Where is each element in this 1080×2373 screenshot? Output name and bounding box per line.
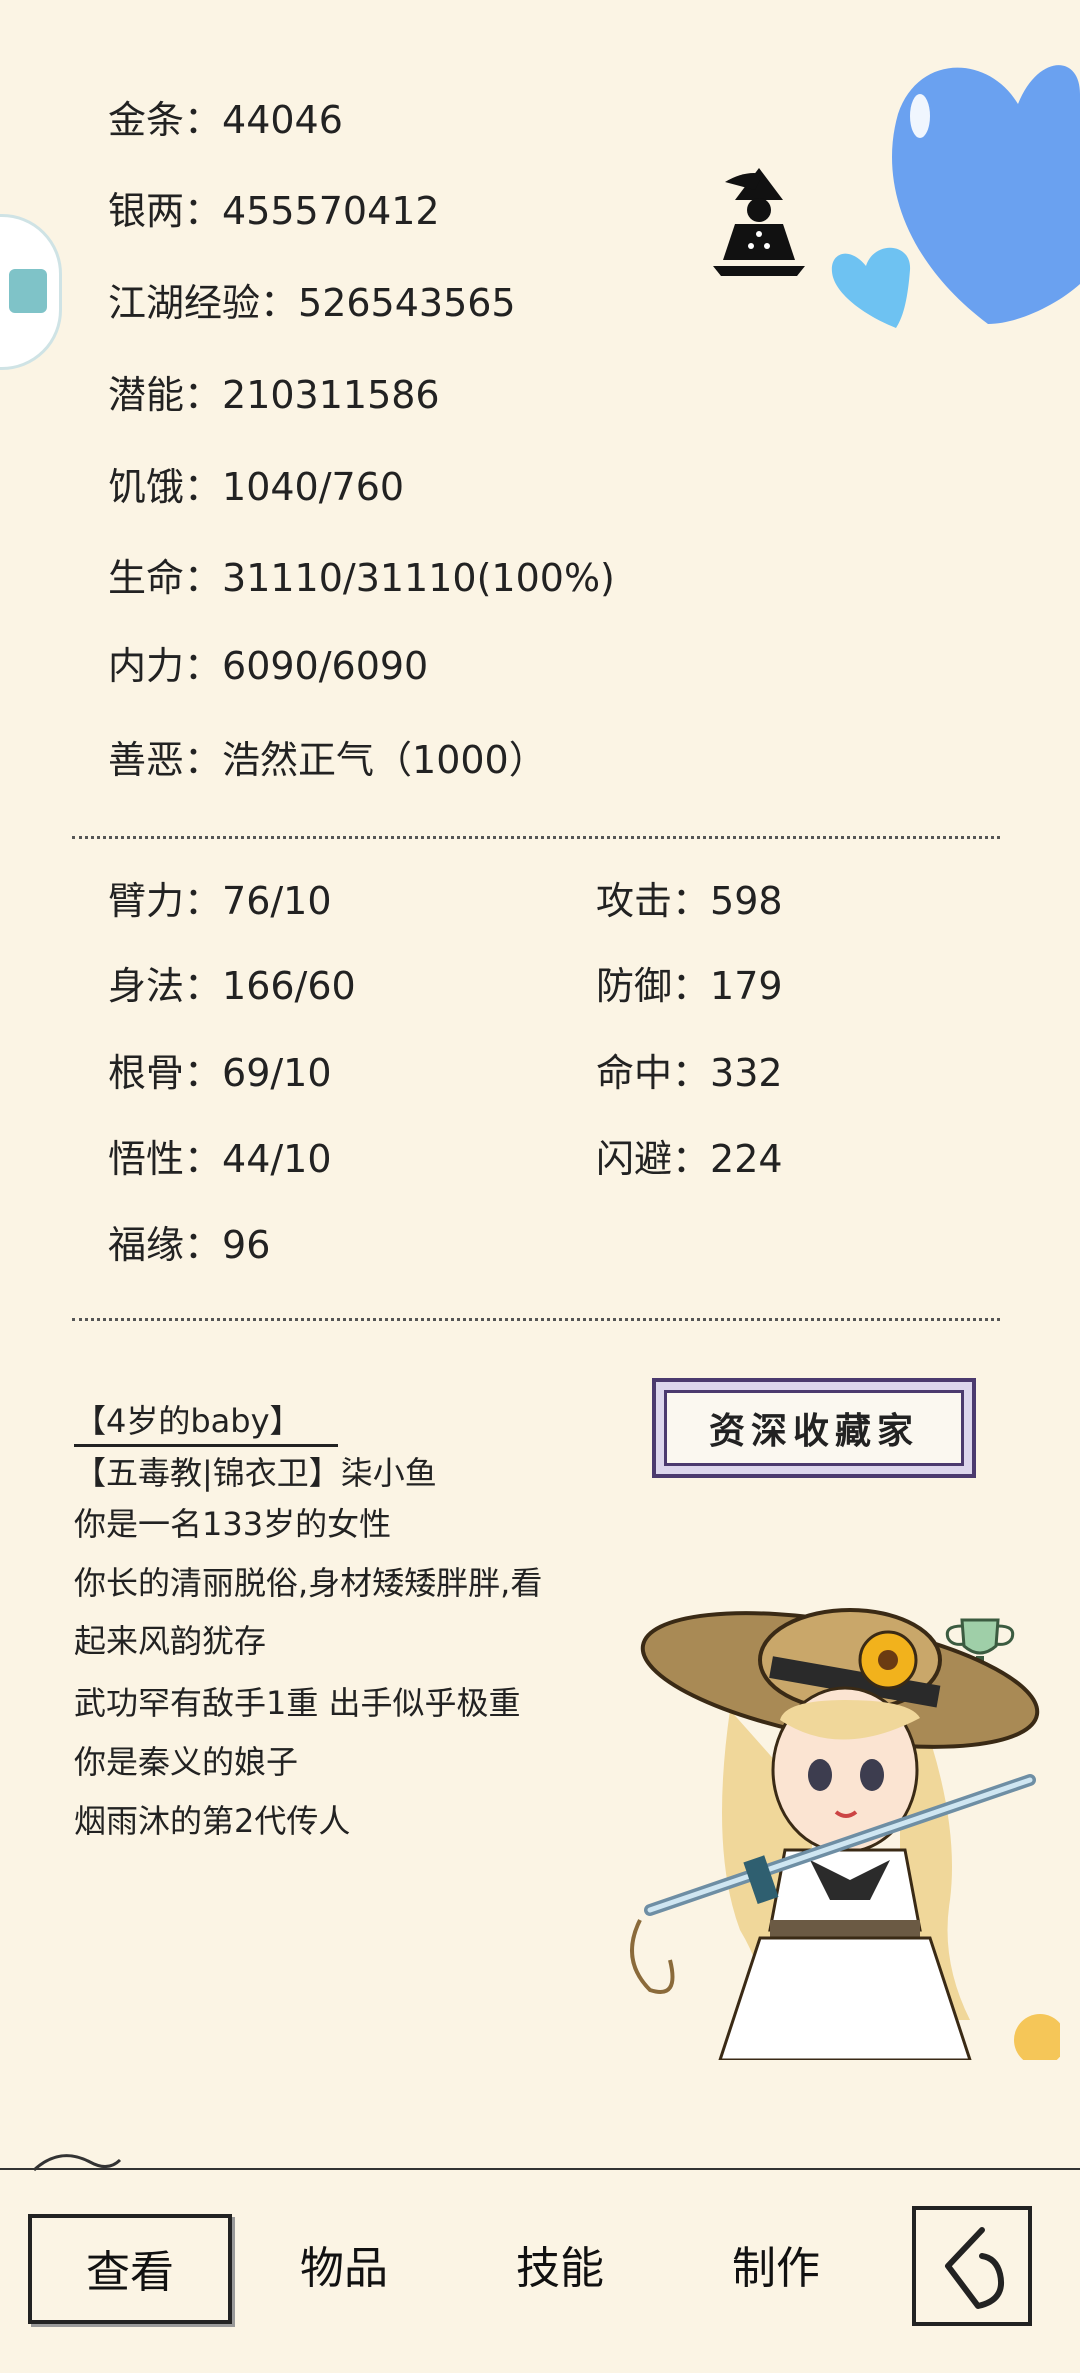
stat-hp: 生命：31110/31110(100%)	[108, 555, 615, 601]
attr-label: 悟性：	[108, 1137, 223, 1181]
attr-label: 身法：	[108, 964, 223, 1008]
small-heart-icon	[831, 247, 911, 328]
stat-gold: 金条：44046	[108, 97, 343, 143]
attr-label: 闪避：	[596, 1137, 711, 1181]
title-badge[interactable]: 资深收藏家	[652, 1378, 976, 1478]
stat-label: 银两：	[108, 189, 223, 233]
stat-value: 31110/31110(100%)	[222, 556, 615, 600]
badge-text: 资深收藏家	[664, 1390, 964, 1466]
stat-label: 生命：	[108, 556, 223, 600]
bio-line: 武功罕有敌手1重 出手似乎极重	[74, 1684, 521, 1722]
meditation-icon	[713, 168, 805, 276]
character-info-page: 金条：44046 银两：455570412 江湖经验：526543565 潜能：…	[0, 0, 1080, 2373]
attr-luck: 福缘：96	[108, 1222, 270, 1268]
bottom-nav: 查看 物品 技能 制作	[0, 2170, 1080, 2373]
tab-view[interactable]: 查看	[28, 2214, 232, 2324]
stat-label: 金条：	[108, 98, 223, 142]
attr-dodge: 闪避：224	[596, 1136, 783, 1182]
attr-comprehension: 悟性：44/10	[108, 1136, 332, 1182]
attr-value: 598	[710, 879, 783, 923]
attr-label: 防御：	[596, 964, 711, 1008]
attr-value: 179	[710, 964, 783, 1008]
stat-potential: 潜能：210311586	[108, 372, 440, 418]
attr-value: 166/60	[222, 964, 356, 1008]
tab-crafting[interactable]: 制作	[676, 2214, 876, 2324]
character-portrait	[630, 1608, 1060, 2060]
attr-value: 69/10	[222, 1051, 332, 1095]
attr-label: 攻击：	[596, 879, 711, 923]
attr-accuracy: 命中：332	[596, 1050, 783, 1096]
stat-mp: 内力：6090/6090	[108, 643, 428, 689]
stat-value: 44046	[222, 98, 343, 142]
tab-items[interactable]: 物品	[244, 2214, 444, 2324]
bio-title: 【4岁的baby】	[74, 1400, 338, 1447]
app-icon	[9, 269, 47, 313]
attr-label: 根骨：	[108, 1051, 223, 1095]
attr-label: 臂力：	[108, 879, 223, 923]
stat-value: 1040/760	[222, 465, 405, 509]
attr-value: 96	[222, 1223, 271, 1267]
floating-side-tab[interactable]	[0, 214, 62, 370]
attr-strength: 臂力：76/10	[108, 878, 332, 924]
stat-value: 526543565	[298, 281, 516, 325]
attr-constitution: 根骨：69/10	[108, 1050, 332, 1096]
attr-defense: 防御：179	[596, 963, 783, 1009]
stat-hunger: 饥饿：1040/760	[108, 464, 404, 510]
bio-line: 你是秦义的娘子	[74, 1743, 299, 1781]
divider	[72, 836, 1000, 839]
bio-line: 起来风韵犹存	[74, 1622, 267, 1660]
stat-silver: 银两：455570412	[108, 188, 440, 234]
attr-value: 44/10	[222, 1137, 332, 1181]
attr-label: 福缘：	[108, 1223, 223, 1267]
stat-experience: 江湖经验：526543565	[108, 280, 516, 326]
attr-value: 332	[710, 1051, 783, 1095]
attr-value: 224	[710, 1137, 783, 1181]
stat-morality: 善恶：浩然正气（1000）	[108, 737, 547, 783]
stat-label: 善恶：	[108, 738, 223, 782]
stat-value: 浩然正气（1000）	[222, 738, 547, 782]
stat-value: 6090/6090	[222, 644, 429, 688]
stat-value: 455570412	[222, 189, 440, 233]
back-button[interactable]	[912, 2206, 1032, 2326]
attr-attack: 攻击：598	[596, 878, 783, 924]
attr-label: 命中：	[596, 1051, 711, 1095]
bio-line: 【五毒教|锦衣卫】柒小鱼	[74, 1454, 437, 1492]
back-arrow-icon	[945, 2227, 1004, 2309]
bio-line: 你长的清丽脱俗,身材矮矮胖胖,看	[74, 1564, 543, 1602]
stat-value: 210311586	[222, 373, 440, 417]
attr-agility: 身法：166/60	[108, 963, 356, 1009]
stat-label: 内力：	[108, 644, 223, 688]
divider	[72, 1318, 1000, 1321]
bio-line: 你是一名133岁的女性	[74, 1505, 392, 1543]
stat-label: 饥饿：	[108, 465, 223, 509]
stat-label: 江湖经验：	[108, 281, 299, 325]
attr-value: 76/10	[222, 879, 332, 923]
stat-label: 潜能：	[108, 373, 223, 417]
tab-skills[interactable]: 技能	[460, 2214, 660, 2324]
bio-line: 烟雨沐的第2代传人	[74, 1802, 351, 1840]
